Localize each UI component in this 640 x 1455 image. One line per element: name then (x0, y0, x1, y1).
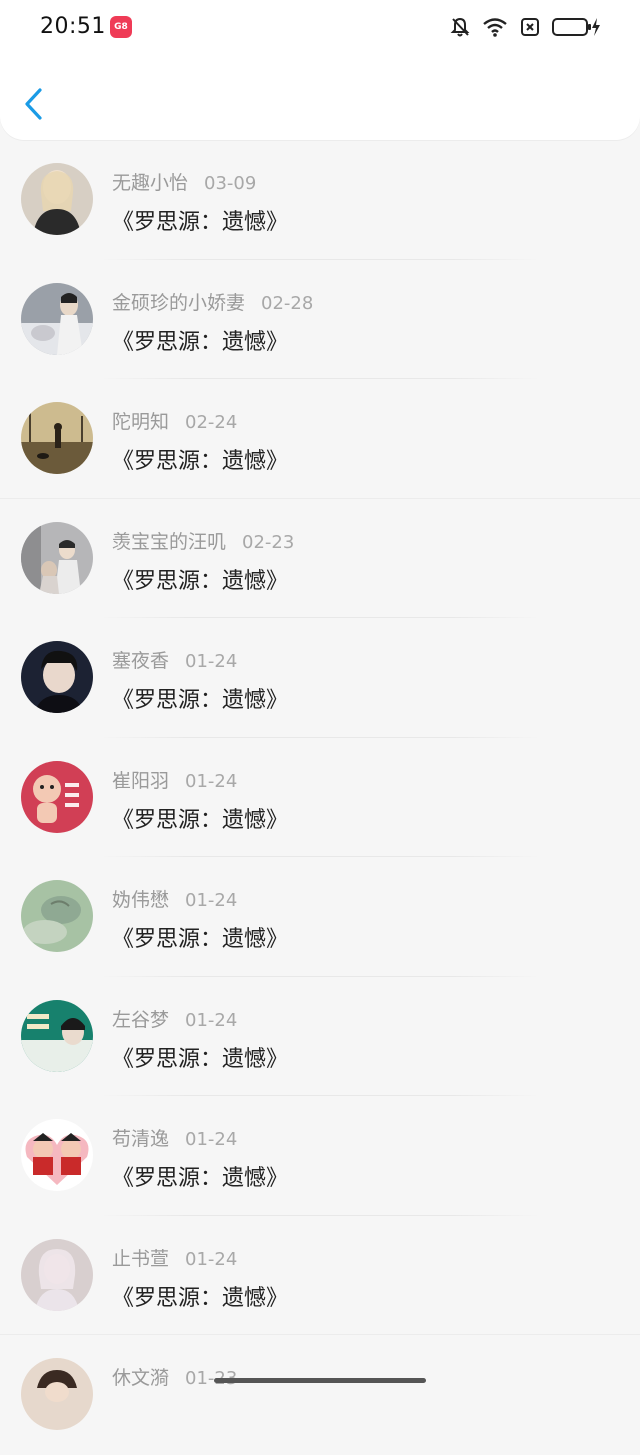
comment-meta: 苟清逸 01-24 (112, 1124, 237, 1151)
comment-meta: 金硕珍的小娇妻 02-28 (112, 288, 313, 315)
avatar[interactable] (21, 521, 93, 594)
list-item[interactable]: 无趣小怡 03-09 《罗思源：遗憾》 (0, 140, 640, 260)
comment-title: 《罗思源：遗憾》 (112, 807, 289, 833)
comment-meta: 妫伟懋 01-24 (112, 885, 237, 912)
comment-meta: 羡宝宝的汪叽 02-23 (112, 527, 294, 554)
list-item[interactable]: 塞夜香 01-24 《罗思源：遗憾》 (0, 618, 640, 738)
username[interactable]: 陀明知 (112, 411, 169, 433)
bell-muted-icon (450, 17, 470, 37)
avatar[interactable] (21, 163, 93, 235)
top-bar: 20:51 G8 (0, 0, 640, 140)
comment-list: 无趣小怡 03-09 《罗思源：遗憾》 金硕珍的小娇妻 02-28 《罗思源：遗憾》 (0, 140, 640, 1455)
comment-date: 02-24 (185, 412, 238, 433)
list-item[interactable]: 羡宝宝的汪叽 02-23 《罗思源：遗憾》 (0, 499, 640, 618)
avatar[interactable] (21, 641, 93, 713)
comment-title: 《罗思源：遗憾》 (112, 329, 289, 355)
chevron-left-icon (25, 88, 42, 120)
comment-meta: 无趣小怡 03-09 (112, 168, 256, 195)
avatar[interactable] (21, 402, 93, 474)
list-item[interactable]: 崔阳羽 01-24 《罗思源：遗憾》 (0, 738, 640, 857)
comment-title: 《罗思源：遗憾》 (112, 1285, 289, 1311)
battery-charging-icon (552, 18, 600, 36)
avatar[interactable] (21, 282, 93, 355)
avatar[interactable] (21, 1358, 93, 1430)
comment-meta: 陀明知 02-24 (112, 407, 237, 434)
comment-title: 《罗思源：遗憾》 (112, 927, 289, 952)
avatar[interactable] (21, 1238, 93, 1311)
list-item[interactable]: 止书萱 01-24 《罗思源：遗憾》 (0, 1216, 640, 1335)
comment-title: 《罗思源：遗憾》 (112, 210, 289, 235)
username[interactable]: 金硕珍的小娇妻 (112, 292, 245, 314)
home-indicator[interactable] (214, 1378, 426, 1383)
back-button[interactable] (18, 84, 52, 124)
app-notification-icon: G8 (110, 16, 132, 38)
username[interactable]: 羡宝宝的汪叽 (112, 531, 226, 553)
comment-date: 03-09 (204, 173, 257, 194)
comment-title: 《罗思源：遗憾》 (112, 688, 289, 713)
comment-meta: 塞夜香 01-24 (112, 646, 237, 673)
comment-date: 01-24 (185, 651, 238, 672)
comment-date: 01-24 (185, 1009, 238, 1031)
comment-title: 《罗思源：遗憾》 (112, 1046, 289, 1072)
username[interactable]: 休文漪 (112, 1367, 169, 1389)
username[interactable]: 苟清逸 (112, 1128, 169, 1150)
wifi-icon (483, 18, 507, 37)
list-item[interactable]: 左谷梦 01-24 《罗思源：遗憾》 (0, 977, 640, 1096)
comment-title: 《罗思源：遗憾》 (112, 449, 289, 474)
comment-meta: 左谷梦 01-24 (112, 1005, 237, 1032)
avatar[interactable] (21, 760, 93, 833)
comment-date: 01-24 (185, 890, 238, 911)
status-icons (450, 16, 602, 38)
comment-title: 《罗思源：遗憾》 (112, 1166, 289, 1191)
username[interactable]: 崔阳羽 (112, 770, 169, 792)
avatar[interactable] (21, 1119, 93, 1191)
comment-date: 02-23 (242, 531, 295, 553)
username[interactable]: 止书萱 (112, 1248, 169, 1270)
username[interactable]: 塞夜香 (112, 650, 169, 672)
comment-meta: 崔阳羽 01-24 (112, 766, 237, 793)
comment-meta: 休文漪 01-23 (112, 1363, 237, 1390)
comment-meta: 止书萱 01-24 (112, 1244, 237, 1271)
comment-date: 01-24 (185, 1129, 238, 1150)
username[interactable]: 无趣小怡 (112, 172, 188, 194)
username[interactable]: 妫伟懋 (112, 889, 169, 911)
list-item[interactable]: 金硕珍的小娇妻 02-28 《罗思源：遗憾》 (0, 260, 640, 379)
sim-error-icon (521, 18, 539, 36)
username[interactable]: 左谷梦 (112, 1009, 169, 1031)
avatar[interactable] (21, 999, 93, 1072)
list-item[interactable]: 妫伟懋 01-24 《罗思源：遗憾》 (0, 857, 640, 977)
comment-title: 《罗思源：遗憾》 (112, 568, 289, 594)
list-item[interactable]: 苟清逸 01-24 《罗思源：遗憾》 (0, 1096, 640, 1216)
list-item[interactable]: 休文漪 01-23 (0, 1335, 640, 1455)
list-item[interactable]: 陀明知 02-24 《罗思源：遗憾》 (0, 379, 640, 499)
status-time: 20:51 (40, 14, 106, 39)
comment-date: 02-28 (261, 292, 314, 314)
avatar[interactable] (21, 880, 93, 952)
comment-date: 01-24 (185, 1248, 238, 1270)
comment-date: 01-24 (185, 770, 238, 792)
